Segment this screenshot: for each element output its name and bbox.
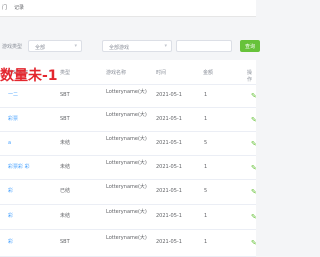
- row-game: Lotteryname(大): [106, 160, 147, 166]
- column-header-type: 类型: [60, 70, 71, 76]
- edit-icon[interactable]: ✎: [251, 189, 259, 196]
- row-amount: 5: [204, 188, 208, 194]
- row-type: 未结: [60, 213, 71, 219]
- row-name[interactable]: 彩: [8, 188, 13, 194]
- row-time: 2021-05-1: [156, 140, 182, 146]
- chevron-down-icon: ▾: [74, 43, 77, 49]
- row-name[interactable]: a: [8, 140, 11, 146]
- game-type-select[interactable]: 全部 ▾: [28, 40, 82, 52]
- row-type: SBT: [60, 92, 70, 98]
- column-header-time: 时间: [156, 70, 167, 76]
- row-game: Lotteryname(大): [106, 184, 147, 190]
- date-input[interactable]: [176, 40, 232, 52]
- row-time: 2021-05-1: [156, 92, 182, 98]
- row-amount: 1: [204, 92, 208, 98]
- row-amount: 1: [204, 116, 208, 122]
- row-time: 2021-05-1: [156, 188, 182, 194]
- row-time: 2021-05-1: [156, 116, 182, 122]
- game-select-value: 全部游戏: [109, 45, 130, 51]
- edit-icon[interactable]: ✎: [251, 240, 259, 247]
- edit-icon[interactable]: ✎: [251, 93, 259, 100]
- game-type-select-value: 全部: [35, 45, 46, 51]
- table-row[interactable]: 彩票 SBT Lotteryname(大) 2021-05-1 1 ✎: [0, 107, 259, 132]
- row-type: 未结: [60, 140, 71, 146]
- row-time: 2021-05-1: [156, 239, 182, 245]
- edit-icon[interactable]: ✎: [251, 214, 259, 221]
- filter-bar: 游戏类型 全部 ▾ 全部游戏 ▾ 查询: [0, 36, 260, 56]
- row-amount: 1: [204, 213, 208, 219]
- game-select[interactable]: 全部游戏 ▾: [102, 40, 172, 52]
- row-name[interactable]: 一二: [8, 92, 18, 98]
- row-time: 2021-05-1: [156, 213, 182, 219]
- row-type: SBT: [60, 239, 70, 245]
- overlay-annotation: 数量未-1: [0, 68, 58, 84]
- row-name[interactable]: 彩票: [8, 116, 18, 122]
- row-name[interactable]: 彩票彩 彩: [8, 164, 30, 170]
- table-row[interactable]: 一二 SBT Lotteryname(大) 2021-05-1 1 ✎: [0, 84, 259, 108]
- row-type: 已结: [60, 188, 71, 194]
- edit-icon[interactable]: ✎: [251, 165, 259, 172]
- row-type: 未结: [60, 164, 71, 170]
- row-amount: 5: [204, 140, 208, 146]
- chevron-down-icon: ▾: [164, 43, 167, 49]
- search-button-label: 查询: [245, 44, 256, 50]
- row-game: Lotteryname(大): [106, 235, 147, 241]
- row-game: Lotteryname(大): [106, 112, 147, 118]
- filter-label-game-type: 游戏类型: [2, 44, 23, 50]
- table-row[interactable]: 彩票彩 彩 未结 Lotteryname(大) 2021-05-1 1 ✎: [0, 155, 259, 180]
- table-row[interactable]: a 未结 Lotteryname(大) 2021-05-1 5 ✎: [0, 131, 259, 156]
- row-type: SBT: [60, 116, 70, 122]
- row-time: 2021-05-1: [156, 164, 182, 170]
- row-name[interactable]: 彩: [8, 213, 13, 219]
- table-row[interactable]: 彩 SBT Lotteryname(大) 2021-05-1 1 ✎: [0, 229, 259, 257]
- row-amount: 1: [204, 164, 208, 170]
- edit-icon[interactable]: ✎: [251, 141, 259, 148]
- row-game: Lotteryname(大): [106, 136, 147, 142]
- search-button[interactable]: 查询: [240, 40, 260, 52]
- column-header-amount: 金额: [203, 70, 214, 76]
- column-header-op: 操作: [247, 70, 253, 83]
- row-amount: 1: [204, 239, 208, 245]
- row-game: Lotteryname(大): [106, 89, 147, 95]
- top-bar: 门 记录: [0, 0, 256, 17]
- records-table: 游戏名称 类型 游戏名称 时间 金额 操作 一二 SBT Lotteryname…: [0, 60, 259, 257]
- breadcrumb-item-2[interactable]: 记录: [14, 4, 24, 11]
- column-header-game: 游戏名称: [106, 70, 127, 76]
- breadcrumb-item-1[interactable]: 门: [2, 4, 7, 11]
- table-row[interactable]: 彩 未结 Lotteryname(大) 2021-05-1 1 ✎: [0, 204, 259, 230]
- row-name[interactable]: 彩: [8, 239, 13, 245]
- edit-icon[interactable]: ✎: [251, 117, 259, 124]
- row-game: Lotteryname(大): [106, 209, 147, 215]
- table-row[interactable]: 彩 已结 Lotteryname(大) 2021-05-1 5 ✎: [0, 179, 259, 205]
